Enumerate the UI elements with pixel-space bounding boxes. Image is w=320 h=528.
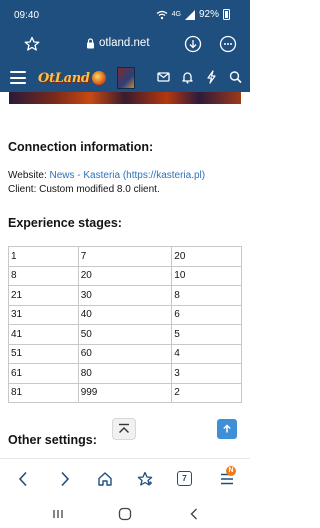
lightning-icon[interactable] [205,70,218,84]
back-icon[interactable] [18,471,28,487]
url-text: otland.net [99,37,150,49]
table-row: 21 30 8 [8,285,242,306]
table-cell: 8 [8,265,79,286]
table-cell: 41 [8,324,79,345]
table-row: 51 60 4 [8,343,242,364]
table-row: 31 40 6 [8,304,242,325]
battery-icon [223,9,230,20]
promo-image[interactable] [117,67,135,89]
table-cell: 5 [171,324,242,345]
website-label: Website: [8,170,50,181]
table-cell: 61 [8,363,79,384]
forward-icon[interactable] [60,471,70,487]
url-field[interactable]: otland.net [86,37,150,49]
table-cell: 40 [77,304,173,325]
table-cell: 4 [171,343,242,364]
arrow-up-icon [223,424,231,433]
bell-icon[interactable] [181,70,194,84]
home-button-icon[interactable] [118,507,132,521]
table-row: 8 20 10 [8,265,242,286]
table-cell: 60 [77,343,173,364]
experience-heading: Experience stages: [8,216,122,230]
connection-heading: Connection information: [8,140,154,154]
table-row: 1 7 20 [8,246,242,267]
experience-stages-table: 1 7 20 8 20 10 21 30 8 31 40 6 41 50 5 51 60 4 61 80 3… [8,246,242,403]
hamburger-icon[interactable] [10,71,26,84]
site-nav-bar: OtLand [0,64,250,92]
chevron-up-bar-icon [119,423,129,433]
table-cell: 20 [77,265,173,286]
logo-text: OtLand [38,70,90,86]
logo-emblem [91,71,106,85]
table-row: 41 50 5 [8,324,242,345]
search-icon[interactable] [229,70,242,84]
table-cell: 80 [77,363,173,384]
signal-icon [184,9,195,20]
table-cell: 10 [171,265,242,286]
wifi-icon [156,10,168,19]
more-icon[interactable] [219,35,237,53]
table-cell: 999 [77,382,173,403]
download-icon[interactable] [184,35,202,53]
table-cell: 6 [171,304,242,325]
bookmark-icon[interactable] [137,471,153,487]
table-cell: 30 [77,285,173,306]
menu-badge: N [226,466,236,476]
table-cell: 50 [77,324,173,345]
table-cell: 8 [171,285,242,306]
nav-icon-group [157,70,242,84]
table-cell: 3 [171,363,242,384]
table-row: 61 80 3 [8,363,242,384]
browser-address-bar: otland.net [0,28,250,64]
table-cell: 7 [77,246,173,267]
table-row: 81 999 2 [8,382,242,403]
website-link[interactable]: News - Kasteria (https://kasteria.pl) [50,170,206,181]
android-nav-bar [0,500,250,528]
lock-icon [87,37,94,48]
status-indicators: 4G 92% [156,9,230,20]
page-up-button[interactable] [217,419,237,439]
status-time: 09:40 [14,10,40,21]
battery-percent: 92% [198,9,219,20]
page-banner [9,92,241,104]
site-logo[interactable]: OtLand [38,68,118,88]
system-back-icon[interactable] [190,508,198,520]
browser-bottom-toolbar: 7 N [0,458,250,500]
scroll-to-top-button[interactable] [112,418,136,440]
table-cell: 20 [171,246,242,267]
other-settings-heading: Other settings: [8,433,97,447]
mail-icon[interactable] [157,70,170,84]
home-icon[interactable] [97,471,113,487]
tabs-icon[interactable]: 7 [177,471,192,486]
star-icon[interactable] [24,36,40,52]
website-line: Website: News - Kasteria (https://kaster… [8,170,205,181]
client-line: Client: Custom modified 8.0 client. [8,184,160,195]
table-cell: 1 [8,246,79,267]
status-bar: 09:40 4G 92% [0,0,250,28]
network-type: 4G [171,11,181,18]
table-cell: 2 [171,382,242,403]
table-cell: 31 [8,304,79,325]
recent-apps-icon[interactable] [52,509,64,519]
table-cell: 21 [8,285,79,306]
table-cell: 51 [8,343,79,364]
table-cell: 81 [8,382,79,403]
